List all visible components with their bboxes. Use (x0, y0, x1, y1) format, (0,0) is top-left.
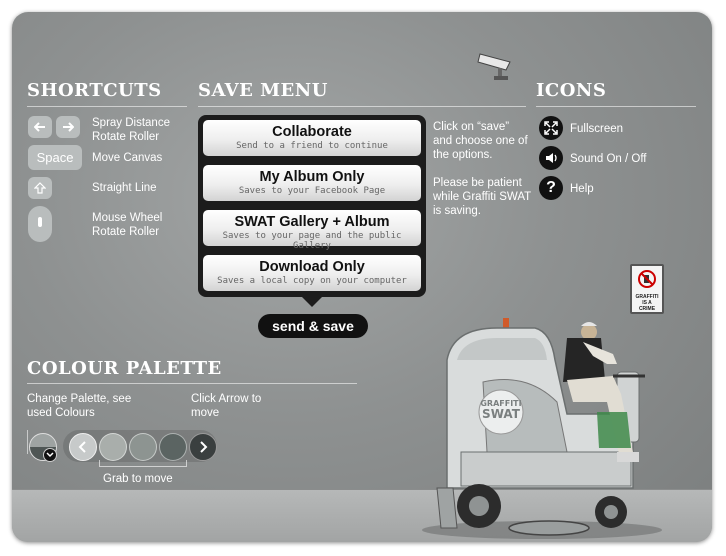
click-arrow-label: Click Arrow to move (191, 393, 262, 419)
security-camera-icon (477, 53, 511, 80)
grab-to-move-label: Grab to move (103, 473, 173, 485)
shortcut-move-canvas-label: Move Canvas (92, 152, 163, 164)
mouse-wheel-icon (38, 217, 42, 227)
shortcut-mouse-wheel-label: Mouse Wheel Rotate Roller (92, 212, 163, 238)
save-menu-divider (198, 106, 526, 107)
sound-icon (539, 146, 563, 170)
grab-bracket (99, 460, 187, 467)
chevron-down-icon[interactable] (43, 448, 57, 462)
shift-key (28, 177, 52, 199)
collaborate-button[interactable]: Collaborate Send to a friend to continue (203, 120, 421, 156)
palette-prev-button[interactable] (69, 433, 97, 461)
chevron-left-icon (78, 441, 86, 453)
palette-swatch[interactable] (159, 433, 187, 461)
help-icon: ? (539, 176, 563, 200)
left-arrow-key (28, 116, 52, 138)
shift-arrow-icon (34, 182, 46, 194)
space-key: Space (28, 145, 82, 170)
shortcuts-heading: SHORTCUTS (27, 80, 162, 101)
chevron-right-icon (200, 441, 208, 453)
save-menu-panel: Collaborate Send to a friend to continue… (198, 115, 426, 297)
no-spray-icon (638, 270, 656, 288)
arrow-right-icon (63, 122, 74, 132)
fullscreen-label: Fullscreen (570, 123, 624, 135)
icons-divider (536, 106, 696, 107)
save-panel-pointer (301, 296, 323, 307)
colour-palette-divider (27, 383, 357, 384)
save-help-text-1: Click on “save” and choose one of the op… (433, 121, 528, 161)
my-album-only-button[interactable]: My Album Only Saves to your Facebook Pag… (203, 165, 421, 201)
right-arrow-key (56, 116, 80, 138)
graffiti-swat-machine: GRAFFITI SWAT (422, 318, 662, 539)
palette-bracket (27, 430, 28, 454)
save-menu-heading: SAVE MENU (198, 80, 328, 101)
swat-gallery-album-button[interactable]: SWAT Gallery + Album Saves to your page … (203, 210, 421, 251)
colour-palette-heading: COLOUR PALETTE (27, 358, 222, 379)
palette-swatch[interactable] (129, 433, 157, 461)
icons-heading: ICONS (536, 80, 607, 101)
save-help-text-2: Please be patient while Graffiti SWAT is… (433, 177, 531, 217)
mouse-key (28, 206, 52, 242)
shortcut-straight-line-label: Straight Line (92, 182, 157, 194)
send-and-save-button[interactable]: send & save (258, 314, 368, 338)
shortcuts-divider (27, 106, 187, 107)
help-label: Help (570, 183, 594, 195)
arrow-left-icon (34, 122, 45, 132)
sound-label: Sound On / Off (570, 153, 647, 165)
app-frame: SHORTCUTS Spray Distance Rotate Roller Sp… (12, 12, 712, 542)
shortcut-spray-label: Spray Distance Rotate Roller (92, 117, 170, 143)
svg-text:SWAT: SWAT (482, 407, 521, 421)
fullscreen-icon (539, 116, 563, 140)
palette-swatch[interactable] (99, 433, 127, 461)
download-only-button[interactable]: Download Only Saves a local copy on your… (203, 255, 421, 291)
change-palette-label: Change Palette, see used Colours (27, 393, 132, 419)
palette-next-button[interactable] (189, 433, 217, 461)
